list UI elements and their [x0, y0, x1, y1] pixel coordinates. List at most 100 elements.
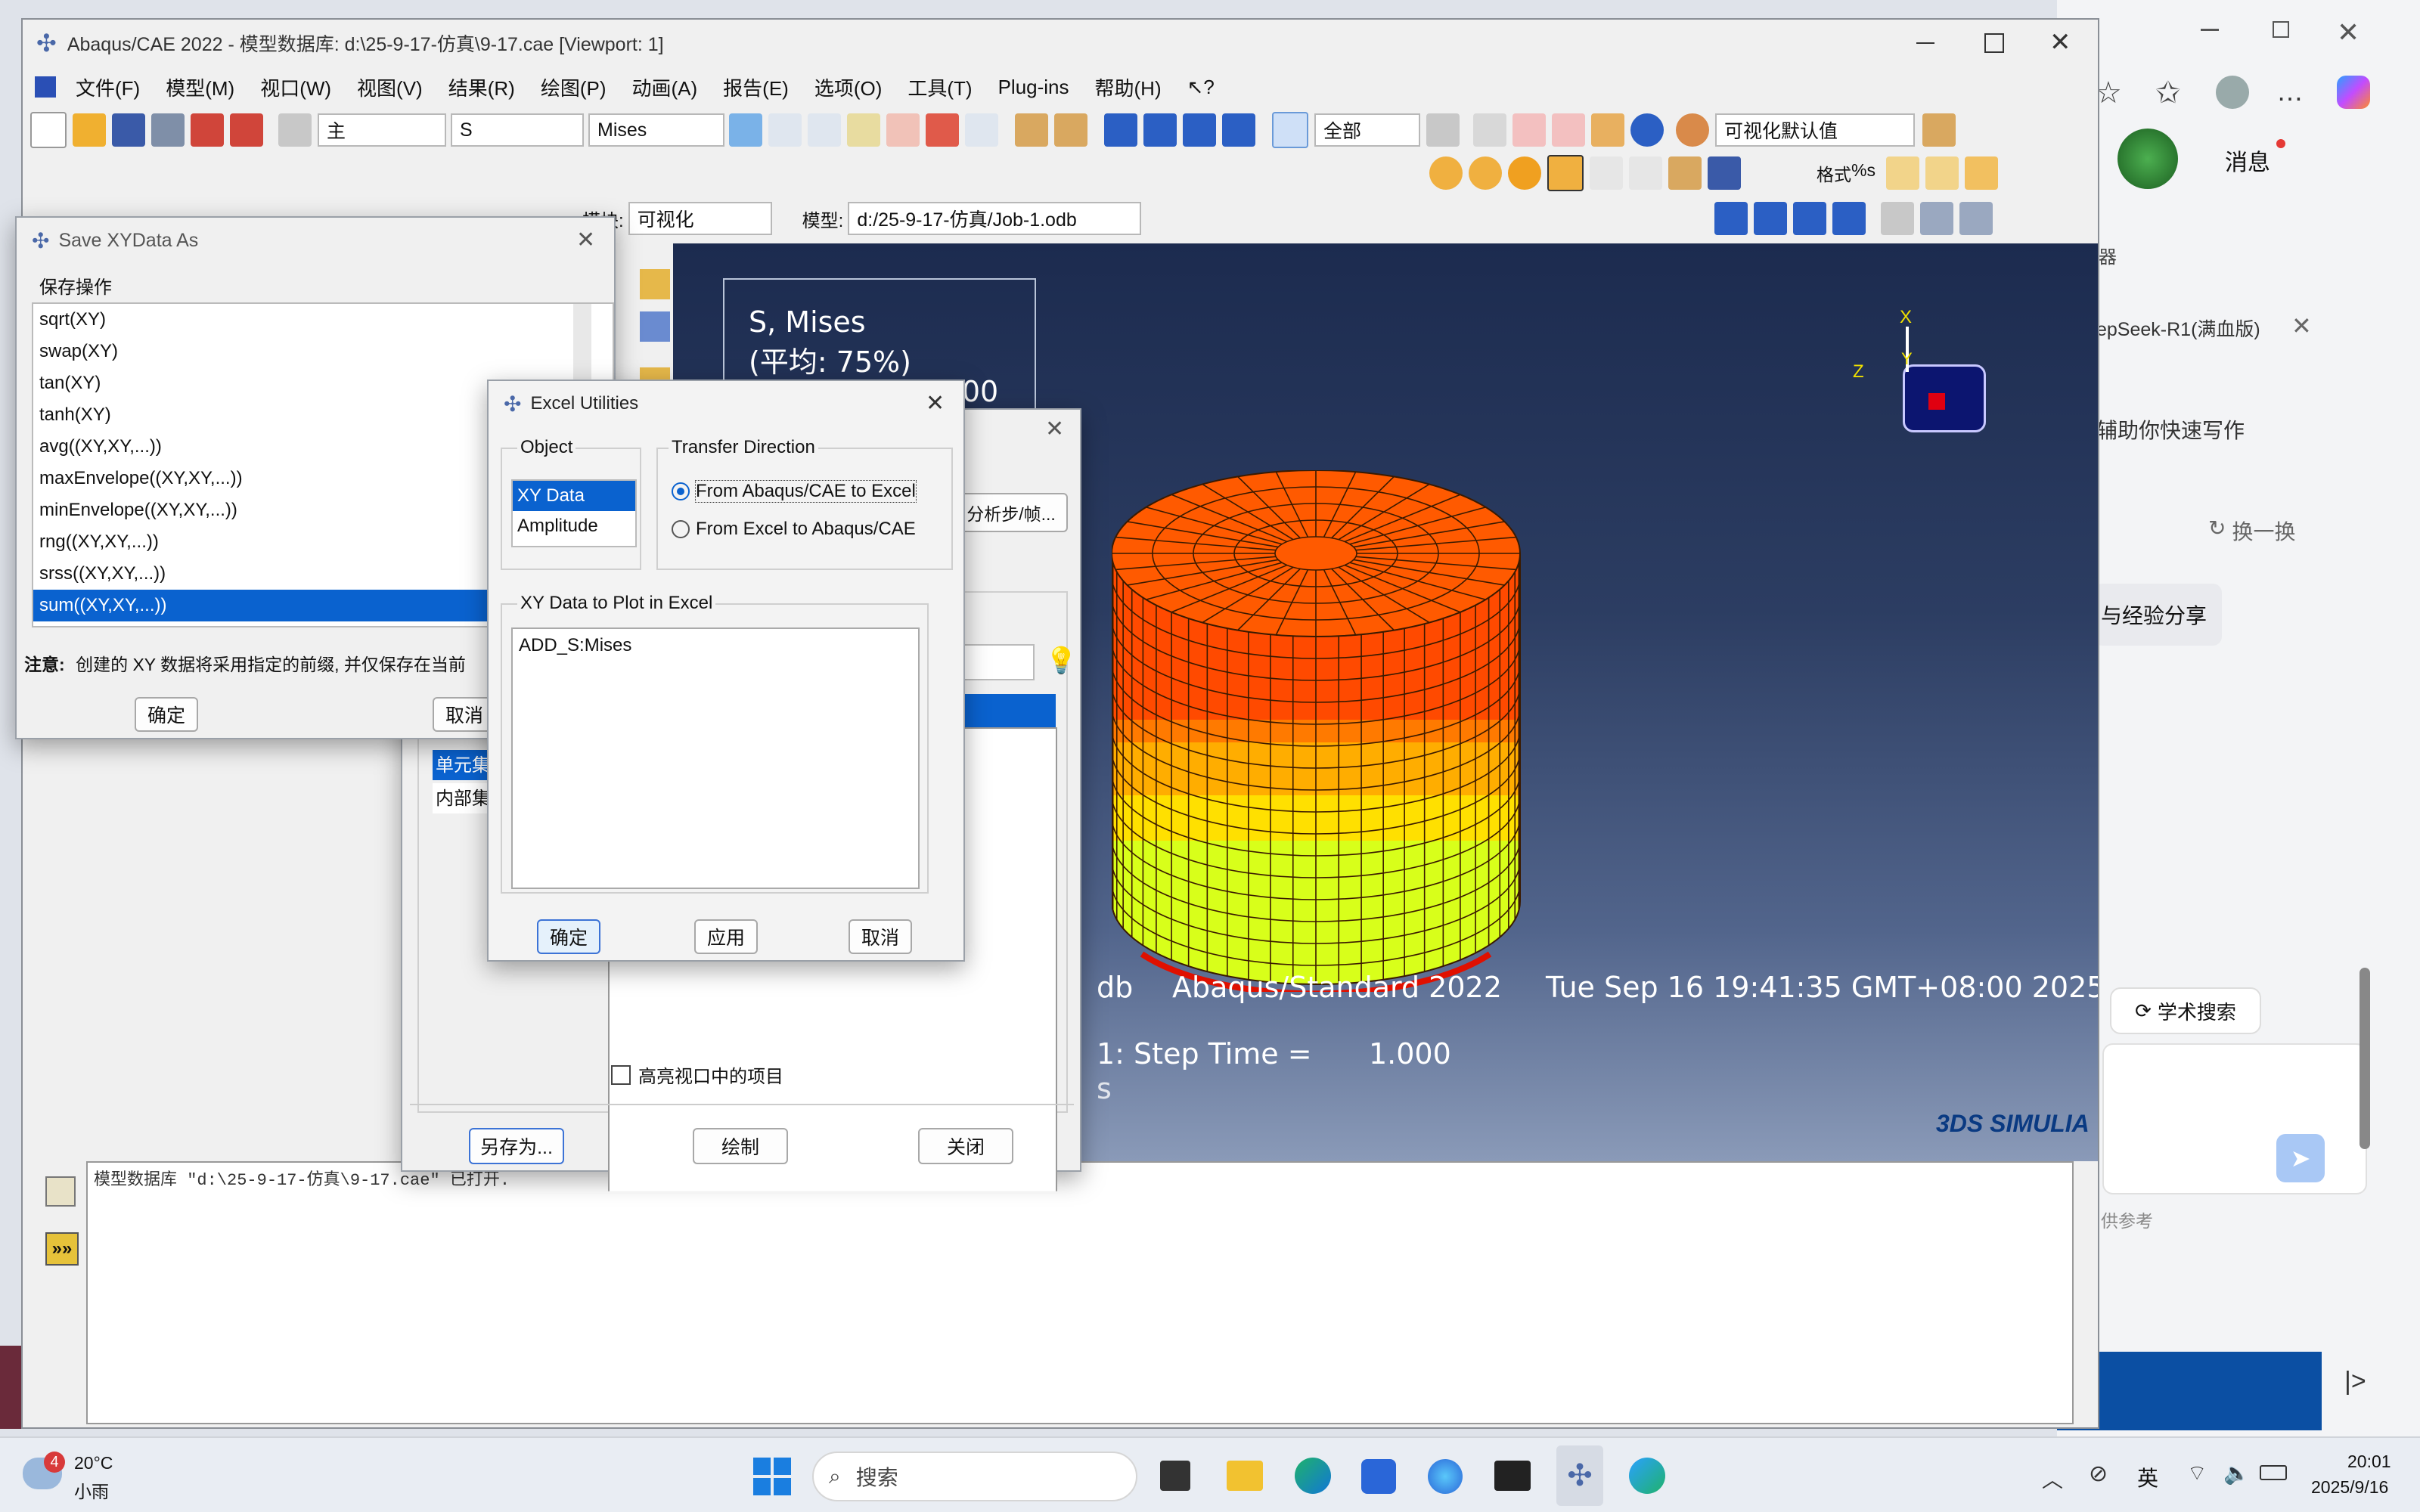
- terminal-icon[interactable]: [1494, 1461, 1531, 1491]
- sidebar-toggle-icon[interactable]: |>: [2344, 1367, 2366, 1396]
- manager-list-item-internal-set[interactable]: 内部集: [433, 783, 493, 813]
- object-item-amplitude[interactable]: Amplitude: [513, 511, 635, 541]
- plot-button[interactable]: 绘制: [693, 1128, 788, 1164]
- zoom-icon[interactable]: [847, 113, 880, 147]
- copilot-icon[interactable]: [2337, 76, 2370, 109]
- invariant-combo[interactable]: Mises: [588, 113, 724, 147]
- excel-apply-button[interactable]: 应用: [694, 919, 758, 954]
- minimize-icon[interactable]: [2201, 29, 2219, 31]
- object-list[interactable]: XY Data Amplitude: [511, 479, 637, 547]
- menu-tools[interactable]: 工具(T): [908, 73, 972, 101]
- close-manager-button[interactable]: 关闭: [918, 1128, 1013, 1164]
- battery-icon[interactable]: [2260, 1465, 2287, 1480]
- save-dialog-close-icon[interactable]: ✕: [576, 227, 595, 253]
- front-view-icon[interactable]: [1925, 156, 1959, 190]
- shaded-icon[interactable]: [1429, 156, 1463, 190]
- menu-model[interactable]: 模型(M): [166, 73, 234, 101]
- ctx-first-icon[interactable]: [1714, 202, 1748, 235]
- select-cursor-icon[interactable]: [1272, 112, 1308, 148]
- menu-plot[interactable]: 绘图(P): [541, 73, 607, 101]
- palette-icon[interactable]: [1676, 113, 1709, 147]
- fit-icon[interactable]: [926, 113, 959, 147]
- module-combo[interactable]: 可视化: [628, 202, 772, 235]
- context-help-icon[interactable]: ↖?: [1187, 76, 1215, 99]
- wifi-icon[interactable]: ⌔: [2187, 1461, 2207, 1487]
- redo-icon[interactable]: [1629, 156, 1662, 190]
- close-button[interactable]: ✕: [2049, 27, 2071, 57]
- cylinder-model[interactable]: [1112, 470, 1550, 992]
- chat-input-box[interactable]: [2102, 1043, 2367, 1194]
- menu-report[interactable]: 报告(E): [723, 73, 789, 101]
- turn-icon[interactable]: [965, 113, 998, 147]
- box-select-icon[interactable]: [1512, 113, 1546, 147]
- edge-icon[interactable]: [1295, 1458, 1331, 1494]
- sync-icon[interactable]: [729, 113, 762, 147]
- message-tab-icon[interactable]: [45, 1176, 76, 1207]
- menu-help[interactable]: 帮助(H): [1095, 73, 1162, 101]
- maximize-icon[interactable]: [2273, 21, 2289, 38]
- view-cube-icon[interactable]: [1922, 113, 1956, 147]
- start-button[interactable]: [753, 1458, 791, 1495]
- menu-view[interactable]: 视图(V): [357, 73, 423, 101]
- store-icon[interactable]: [1361, 1459, 1396, 1494]
- operation-item[interactable]: swap(XY): [33, 336, 613, 367]
- menu-results[interactable]: 结果(R): [448, 73, 515, 101]
- app-icon-colorful[interactable]: [1428, 1459, 1463, 1494]
- highlight-checkbox[interactable]: [611, 1064, 631, 1085]
- menu-animate[interactable]: 动画(A): [631, 73, 697, 101]
- iso-view-icon[interactable]: [1885, 156, 1919, 190]
- selection-options-icon[interactable]: [1426, 113, 1460, 147]
- ctx-next-icon[interactable]: [1793, 202, 1827, 235]
- new-icon[interactable]: [30, 112, 67, 148]
- clock-date[interactable]: 2025/9/16: [2311, 1477, 2388, 1498]
- print-icon[interactable]: [151, 113, 185, 147]
- variable-combo[interactable]: S: [451, 113, 584, 147]
- selection-combo[interactable]: 全部: [1314, 113, 1420, 147]
- excel-ok-button[interactable]: 确定: [537, 919, 600, 954]
- tray-chevron-icon[interactable]: ︿: [2042, 1464, 2063, 1494]
- table-icon[interactable]: [1708, 156, 1741, 190]
- ctx-prev-icon[interactable]: [1754, 202, 1788, 235]
- messages-link[interactable]: 消息: [2225, 144, 2270, 177]
- side-view-icon[interactable]: [1964, 156, 1998, 190]
- step-frame-button[interactable]: 分析步/帧...: [954, 493, 1068, 532]
- radio-to-excel-selected[interactable]: [672, 482, 690, 500]
- share-card[interactable]: 与经验分享: [2093, 584, 2222, 646]
- close-icon[interactable]: ✕: [2337, 17, 2360, 48]
- rotate-icon[interactable]: [808, 113, 841, 147]
- ctx-last-icon[interactable]: [1832, 202, 1866, 235]
- camera-icon[interactable]: [1920, 202, 1954, 235]
- highlight-checkbox-row[interactable]: 高亮视口中的项目: [611, 1061, 783, 1088]
- ime-indicator[interactable]: 英: [2137, 1462, 2158, 1492]
- app-menu-icon[interactable]: [35, 76, 56, 98]
- menu-plugins[interactable]: Plug-ins: [998, 76, 1069, 99]
- save-ok-button[interactable]: 确定: [135, 697, 198, 732]
- model-combo[interactable]: d:/25-9-17-仿真/Job-1.odb: [848, 202, 1142, 235]
- favorites-icon[interactable]: ✩: [2155, 76, 2181, 110]
- tables2-icon[interactable]: [1054, 113, 1087, 147]
- radio-from-excel[interactable]: [672, 520, 690, 538]
- menu-options[interactable]: 选项(O): [814, 73, 883, 101]
- query-icon[interactable]: [1547, 155, 1584, 191]
- toolbox-icon-2[interactable]: [640, 311, 670, 342]
- defaults-combo[interactable]: 可视化默认值: [1715, 113, 1915, 147]
- excel-dialog-close-icon[interactable]: ✕: [926, 390, 945, 417]
- save-as-button[interactable]: 另存为...: [469, 1128, 564, 1164]
- replace-icon[interactable]: [1552, 113, 1585, 147]
- taskbar-search[interactable]: ⌕ 搜索: [812, 1452, 1137, 1501]
- output-combo[interactable]: 主: [318, 113, 446, 147]
- box-zoom-icon[interactable]: [886, 113, 920, 147]
- plot-xy-item[interactable]: ADD_S:Mises: [513, 629, 918, 662]
- manager-close-icon[interactable]: ✕: [1045, 416, 1064, 442]
- import-icon[interactable]: [191, 113, 224, 147]
- next-frame-icon[interactable]: [1183, 113, 1216, 147]
- manager-list-item-element-set[interactable]: 单元集: [433, 750, 493, 780]
- maximize-button[interactable]: [1984, 33, 2004, 53]
- save-icon[interactable]: [112, 113, 145, 147]
- prev-frame-icon[interactable]: [1143, 113, 1177, 147]
- scrollbar[interactable]: [2360, 968, 2370, 1149]
- more-icon[interactable]: …: [2276, 76, 2304, 107]
- command-tab-icon[interactable]: »»: [45, 1232, 79, 1266]
- last-frame-icon[interactable]: [1222, 113, 1255, 147]
- info-icon[interactable]: [1630, 113, 1664, 147]
